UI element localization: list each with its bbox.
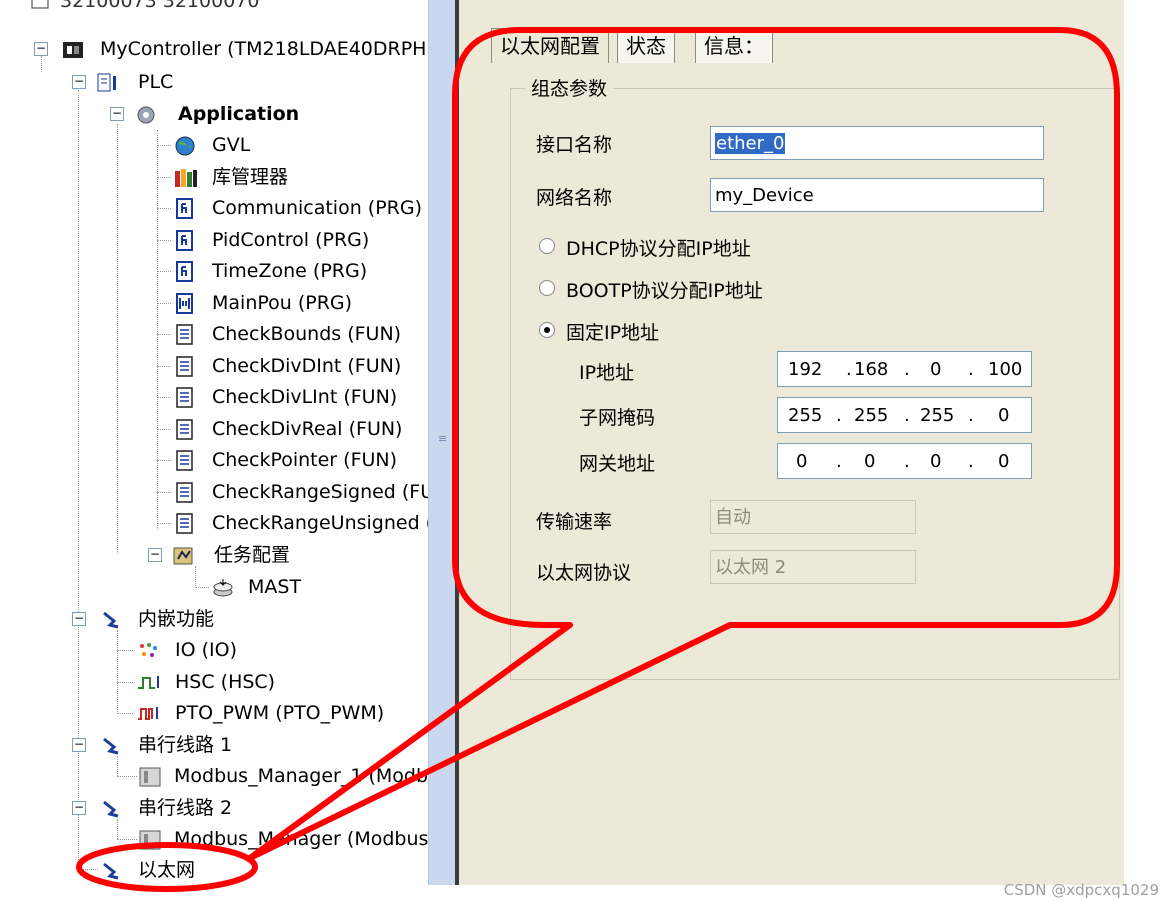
annotation-callout-shape — [247, 27, 1120, 861]
red-annotation-overlay — [76, 27, 1120, 892]
annotation-ellipse — [76, 842, 258, 892]
watermark: CSDN @xdpcxq1029 — [1003, 881, 1159, 899]
